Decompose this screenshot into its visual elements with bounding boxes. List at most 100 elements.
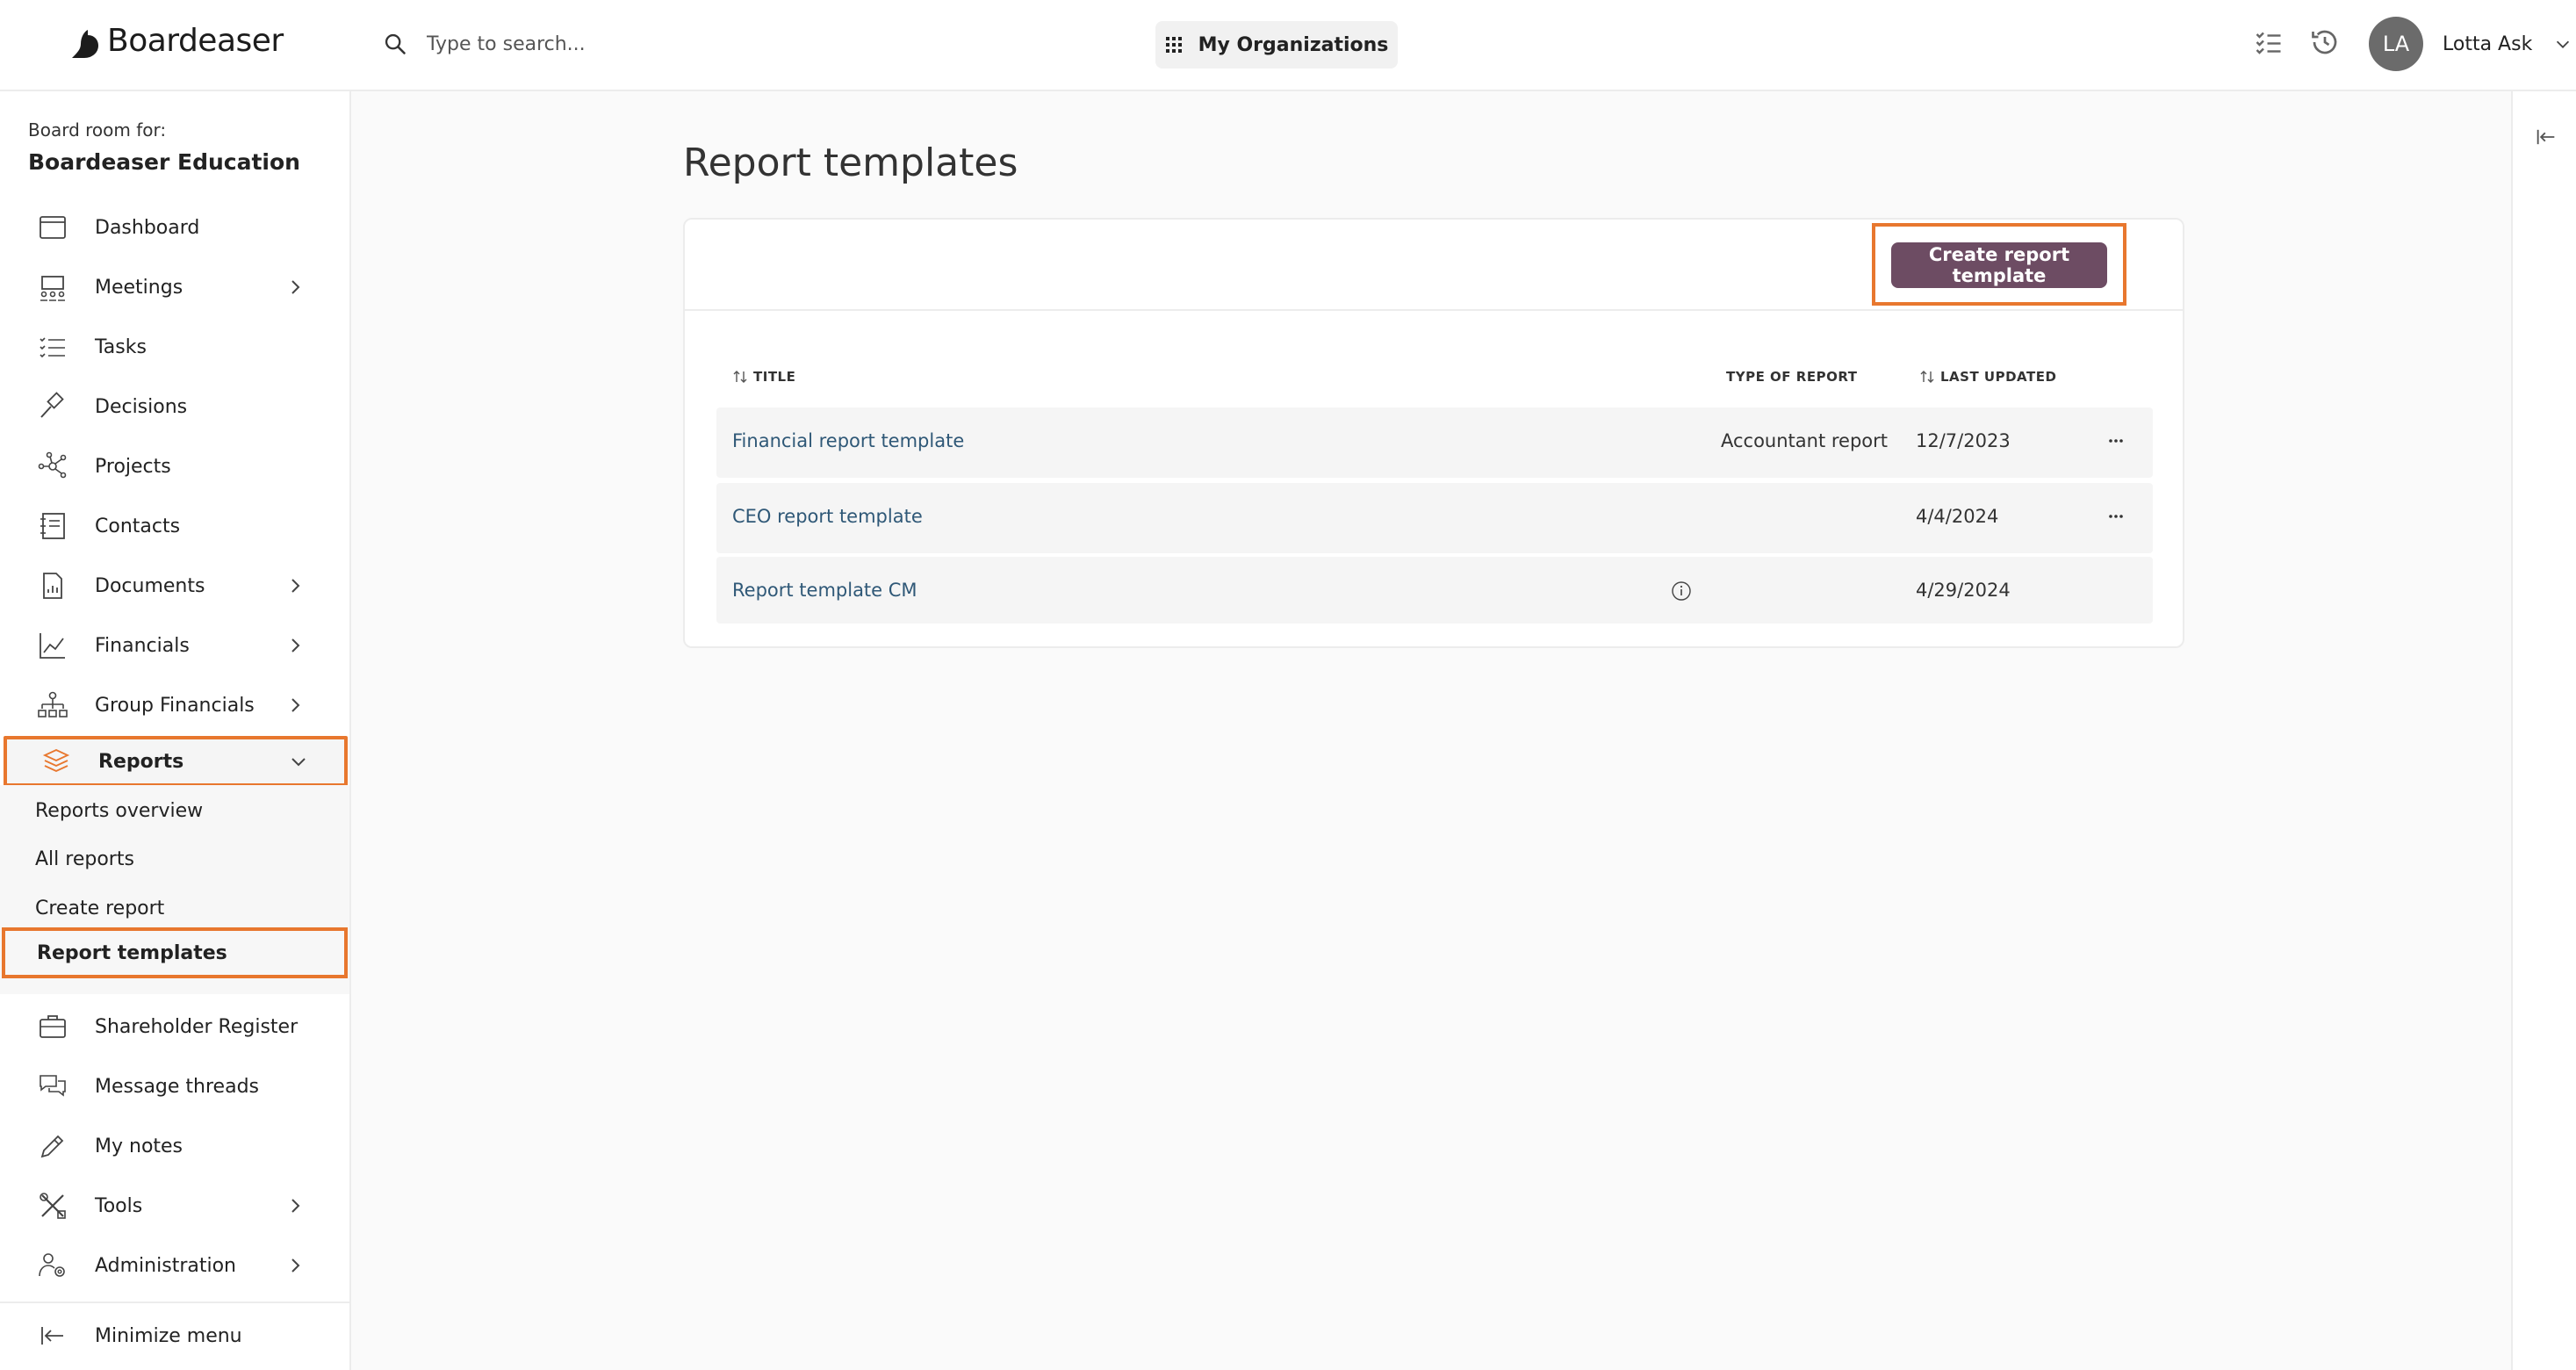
meeting-icon — [35, 270, 70, 305]
collapse-left-icon[interactable] — [2534, 125, 2558, 149]
sidebar-item-tools[interactable]: Tools — [4, 1180, 348, 1231]
sidebar-item-tasks[interactable]: Tasks — [4, 321, 348, 372]
briefcase-icon — [35, 1009, 70, 1044]
page-title: Report templates — [683, 141, 1018, 185]
document-icon — [35, 568, 70, 603]
minimize-menu-button[interactable]: Minimize menu — [4, 1310, 348, 1361]
chevron-right-icon — [291, 1258, 300, 1273]
template-title-link[interactable]: Financial report template — [732, 430, 964, 451]
calendar-icon — [35, 210, 70, 245]
sidebar-item-label: My notes — [95, 1135, 183, 1157]
history-icon[interactable] — [2309, 26, 2341, 58]
sidebar-item-message-threads[interactable]: Message threads — [4, 1061, 348, 1112]
chat-icon — [35, 1069, 70, 1104]
search-bar — [383, 23, 910, 65]
my-organizations-label: My Organizations — [1198, 33, 1389, 56]
sidebar-item-label: Projects — [95, 455, 171, 478]
sidebar-item-label: Message threads — [95, 1075, 259, 1098]
sidebar-item-reports[interactable]: Reports — [4, 736, 348, 787]
my-organizations-button[interactable]: My Organizations — [1155, 21, 1398, 68]
contacts-icon — [35, 508, 70, 544]
more-options-icon[interactable] — [2102, 502, 2130, 530]
search-input[interactable] — [427, 32, 866, 55]
submenu-item-all-reports[interactable]: All reports — [0, 833, 348, 884]
chevron-right-icon — [291, 698, 300, 712]
right-panel-rail — [2511, 91, 2576, 1370]
sidebar-item-group-financials[interactable]: Group Financials — [4, 680, 348, 731]
reports-submenu: Reports overview All reports Create repo… — [0, 785, 349, 994]
chevron-right-icon — [291, 280, 300, 294]
more-options-icon[interactable] — [2102, 427, 2130, 455]
report-templates-card: Create report template TITLE TYPE OF REP… — [683, 218, 2184, 648]
submenu-item-report-templates[interactable]: Report templates — [2, 927, 348, 978]
sidebar: Board room for: Boardeaser Education Das… — [0, 91, 351, 1370]
chevron-down-icon — [2557, 40, 2570, 48]
sidebar-item-meetings[interactable]: Meetings — [4, 262, 348, 313]
template-title-link[interactable]: Report template CM — [732, 580, 917, 601]
column-header-title-label: TITLE — [753, 369, 796, 385]
search-icon — [385, 33, 406, 54]
sidebar-item-administration[interactable]: Administration — [4, 1240, 348, 1291]
sidebar-item-label: Tasks — [95, 335, 147, 358]
sidebar-item-label: Group Financials — [95, 694, 255, 717]
table-row: Financial report template Accountant rep… — [716, 407, 2153, 478]
sidebar-item-financials[interactable]: Financials — [4, 620, 348, 671]
sidebar-item-label: Documents — [95, 574, 205, 597]
sidebar-item-dashboard[interactable]: Dashboard — [4, 202, 348, 253]
sidebar-item-label: Decisions — [95, 395, 188, 418]
table-row: Report template CM 4/29/2024 — [716, 557, 2153, 624]
gavel-icon — [35, 389, 70, 424]
sidebar-item-label: Meetings — [95, 276, 183, 299]
table-row: CEO report template 4/4/2024 — [716, 483, 2153, 553]
sidebar-item-decisions[interactable]: Decisions — [4, 381, 348, 432]
column-header-title[interactable]: TITLE — [732, 369, 795, 385]
create-report-template-button[interactable]: Create report template — [1891, 242, 2107, 288]
layers-icon — [39, 744, 74, 779]
column-header-type: TYPE OF REPORT — [1726, 369, 1857, 385]
chevron-right-icon — [291, 579, 300, 593]
user-menu[interactable]: LA Lotta Ask — [2369, 16, 2572, 72]
sidebar-item-label: Reports — [98, 750, 184, 773]
chevron-right-icon — [291, 638, 300, 653]
organization-name: Boardeaser Education — [28, 149, 300, 175]
template-last-updated: 12/7/2023 — [1916, 430, 2011, 451]
sidebar-item-my-notes[interactable]: My notes — [4, 1121, 348, 1172]
chevron-right-icon — [291, 1199, 300, 1213]
board-room-label: Board room for: — [28, 119, 167, 141]
sidebar-item-projects[interactable]: Projects — [4, 441, 348, 492]
minimize-menu-label: Minimize menu — [95, 1324, 242, 1347]
template-title-link[interactable]: CEO report template — [732, 506, 923, 527]
sidebar-item-label: Tools — [95, 1194, 143, 1217]
grid-icon — [1165, 37, 1182, 53]
brand-logo[interactable]: Boardeaser — [68, 14, 284, 67]
sidebar-item-shareholder-register[interactable]: Shareholder Register — [4, 1001, 348, 1052]
template-type: Accountant report — [1721, 430, 1889, 451]
column-header-last-updated-label: LAST UPDATED — [1940, 369, 2057, 385]
sidebar-divider — [0, 1302, 349, 1303]
user-name: Lotta Ask — [2443, 32, 2533, 55]
avatar: LA — [2369, 17, 2423, 71]
top-bar: Boardeaser My Organizations LA Lotta Ask — [0, 0, 2576, 91]
sort-icon — [733, 371, 747, 383]
submenu-item-create-report[interactable]: Create report — [0, 883, 348, 934]
collapse-left-icon — [35, 1318, 70, 1353]
sidebar-item-label: Financials — [95, 634, 190, 657]
submenu-item-reports-overview[interactable]: Reports overview — [0, 785, 348, 836]
tools-icon — [35, 1188, 70, 1223]
sidebar-item-contacts[interactable]: Contacts — [4, 501, 348, 552]
sidebar-item-label: Administration — [95, 1254, 236, 1277]
sidebar-item-label: Contacts — [95, 515, 181, 537]
column-header-last-updated[interactable]: LAST UPDATED — [1919, 369, 2056, 385]
card-toolbar: Create report template — [685, 220, 2183, 311]
info-icon[interactable] — [1670, 580, 1693, 602]
brand-name: Boardeaser — [107, 22, 284, 59]
sidebar-item-documents[interactable]: Documents — [4, 560, 348, 611]
template-last-updated: 4/29/2024 — [1916, 580, 2011, 601]
column-header-type-label: TYPE OF REPORT — [1726, 369, 1858, 385]
sidebar-item-label: Dashboard — [95, 216, 200, 239]
template-last-updated: 4/4/2024 — [1916, 506, 1999, 527]
boardeaser-logo-icon — [72, 19, 98, 58]
task-list-icon[interactable] — [2253, 26, 2285, 58]
org-chart-icon — [35, 688, 70, 723]
chart-line-icon — [35, 628, 70, 663]
